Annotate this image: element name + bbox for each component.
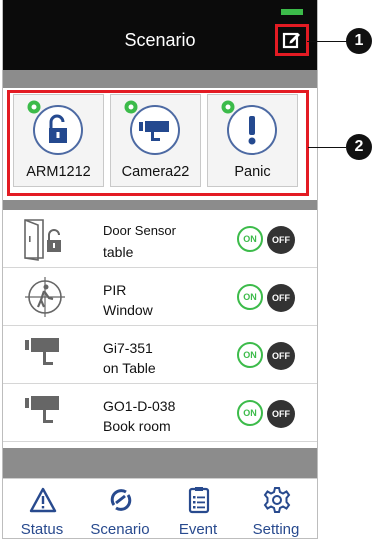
scenario-bar: ARM1212 Camera22 Panic [3, 88, 317, 200]
callout-1: 1 [346, 28, 372, 54]
nav-status[interactable]: Status [3, 479, 81, 538]
separator [3, 448, 317, 478]
on-toggle[interactable]: ON [237, 226, 263, 252]
device-name: Gi7-351 [103, 340, 153, 356]
callout-line [308, 147, 346, 148]
camera-device-icon [25, 396, 59, 423]
callout-2: 2 [346, 134, 372, 160]
settings-badge-icon [27, 100, 41, 114]
list-icon [188, 487, 210, 514]
device-location: Window [103, 302, 153, 318]
device-row[interactable]: Gi7-351 on Table ON OFF [3, 326, 317, 384]
door-sensor-icon [24, 219, 61, 261]
device-name: GO1-D-038 [103, 398, 176, 414]
edit-button[interactable] [275, 24, 309, 56]
device-name: Door Sensor [103, 223, 176, 238]
on-toggle[interactable]: ON [237, 284, 263, 310]
nav-setting[interactable]: Setting [237, 479, 315, 538]
device-location: table [103, 244, 134, 260]
separator [3, 70, 317, 88]
scenario-tile-camera22[interactable]: Camera22 [110, 94, 201, 187]
scenario-icon [110, 489, 132, 511]
device-row[interactable]: PIR Window ON OFF [3, 268, 317, 326]
off-toggle[interactable]: OFF [267, 342, 295, 370]
scenario-label: Panic [234, 164, 271, 180]
settings-badge-icon [221, 100, 235, 114]
scenario-tile-arm1212[interactable]: ARM1212 [13, 94, 104, 187]
device-location: on Table [103, 360, 156, 376]
callout-line [307, 41, 347, 42]
bottom-nav: Status Scenario Event Setting [3, 478, 317, 538]
off-toggle[interactable]: OFF [267, 226, 295, 254]
device-name: PIR [103, 282, 127, 298]
scenario-label: Camera22 [121, 164, 190, 180]
camera-device-icon [25, 338, 59, 365]
settings-badge-icon [124, 100, 138, 114]
off-toggle[interactable]: OFF [267, 284, 295, 312]
phone-screen: Scenario ARM1212 Camera22 Panic Door Sen… [2, 0, 318, 539]
nav-event[interactable]: Event [159, 479, 237, 538]
nav-scenario[interactable]: Scenario [81, 479, 159, 538]
warning-icon [29, 487, 57, 513]
edit-icon [282, 32, 300, 49]
pir-icon [25, 277, 65, 317]
nav-label: Setting [252, 521, 300, 538]
device-row[interactable]: Door Sensor table ON OFF [3, 210, 317, 268]
battery-indicator [281, 9, 303, 15]
scenario-tile-panic[interactable]: Panic [207, 94, 298, 187]
device-location: Book room [103, 418, 171, 434]
page-title: Scenario [124, 30, 196, 50]
on-toggle[interactable]: ON [237, 400, 263, 426]
scenario-label: ARM1212 [26, 164, 91, 180]
separator [3, 200, 317, 210]
off-toggle[interactable]: OFF [267, 400, 295, 428]
header-bar: Scenario [3, 0, 317, 70]
on-toggle[interactable]: ON [237, 342, 263, 368]
device-row[interactable]: GO1-D-038 Book room ON OFF [3, 384, 317, 442]
gear-icon [263, 487, 291, 513]
